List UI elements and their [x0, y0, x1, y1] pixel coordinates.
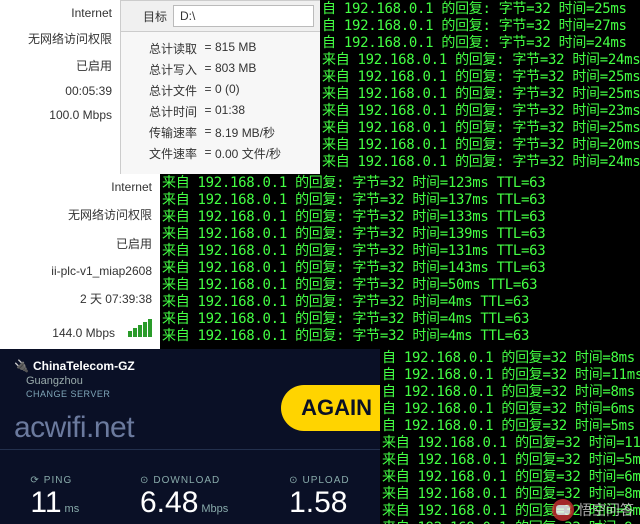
again-button[interactable]: AGAIN	[281, 385, 380, 431]
total-files-value: 0 (0)	[215, 82, 240, 99]
total-time-value: 01:38	[215, 103, 245, 120]
total-time-label: 总计时间	[121, 103, 201, 120]
upload-value: 1.58	[289, 486, 347, 519]
wifi-status-panel: Internet 无网络访问权限 已启用 ii-plc-v1_miap2608 …	[0, 174, 160, 349]
speedtest-panel: 🔌ChinaTelecom-GZ Guangzhou CHANGE SERVER…	[0, 349, 380, 524]
wifi-uptime: 2 天 07:39:38	[0, 290, 152, 307]
network-access: 无网络访问权限	[0, 30, 112, 47]
ping-icon: ⟳	[30, 475, 39, 486]
isp-name: 🔌ChinaTelecom-GZ	[14, 359, 366, 373]
ping-terminal-1[interactable]: 自 192.168.0.1 的回复: 字节=32 时间=25ms自 192.16…	[320, 0, 640, 174]
total-read-value: 815 MB	[215, 40, 256, 57]
network-enabled: 已启用	[0, 57, 112, 74]
ping-value: 11	[30, 486, 61, 519]
xfer-rate-label: 传输速率	[121, 124, 201, 141]
upload-label: UPLOAD	[302, 475, 349, 486]
xfer-rate-value: 8.19 MB/秒	[215, 124, 275, 141]
total-read-label: 总计读取	[121, 40, 201, 57]
download-value: 6.48	[140, 486, 198, 519]
ping-label: PING	[44, 475, 72, 486]
upload-icon: ⊙	[289, 475, 298, 486]
section-1: Internet 无网络访问权限 已启用 00:05:39 100.0 Mbps…	[0, 0, 640, 174]
disk-copy-dialog: 目标 D:\ 总计读取=815 MB 总计写入=803 MB 总计文件=0 (0…	[120, 0, 320, 174]
brand-watermark: acwifi.net	[14, 411, 134, 445]
download-label: DOWNLOAD	[153, 475, 220, 486]
download-icon: ⊙	[140, 475, 149, 486]
wifi-enabled: 已启用	[0, 235, 152, 252]
network-status-panel: Internet 无网络访问权限 已启用 00:05:39 100.0 Mbps	[0, 0, 120, 174]
divider	[0, 449, 380, 450]
wifi-device: ii-plc-v1_miap2608	[0, 264, 152, 278]
file-rate-value: 0.00 文件/秒	[215, 145, 281, 162]
wifi-speed: 144.0 Mbps	[52, 326, 115, 340]
target-label: 目标	[121, 4, 173, 29]
file-rate-label: 文件速率	[121, 145, 201, 162]
ping-terminal-2[interactable]: 来自 192.168.0.1 的回复: 字节=32 时间=123ms TTL=6…	[160, 174, 640, 349]
ping-terminal-3[interactable]: 自 192.168.0.1 的回复=32 时间=8ms自 192.168.0.1…	[380, 349, 640, 524]
wukong-watermark: 悟空问答	[552, 499, 634, 521]
wifi-name: Internet	[0, 180, 152, 194]
section-2: Internet 无网络访问权限 已启用 ii-plc-v1_miap2608 …	[0, 174, 640, 349]
plug-icon: 🔌	[14, 359, 29, 373]
network-name: Internet	[0, 6, 112, 20]
network-speed: 100.0 Mbps	[0, 108, 112, 122]
total-files-label: 总计文件	[121, 82, 201, 99]
ping-unit: ms	[65, 503, 80, 515]
wifi-access: 无网络访问权限	[0, 206, 152, 223]
total-write-value: 803 MB	[215, 61, 256, 78]
download-unit: Mbps	[201, 503, 228, 515]
network-duration: 00:05:39	[0, 84, 112, 98]
wifi-signal-icon	[127, 319, 152, 340]
wukong-icon	[552, 499, 574, 521]
target-path-input[interactable]: D:\	[173, 5, 314, 27]
total-write-label: 总计写入	[121, 61, 201, 78]
section-3: 🔌ChinaTelecom-GZ Guangzhou CHANGE SERVER…	[0, 349, 640, 524]
